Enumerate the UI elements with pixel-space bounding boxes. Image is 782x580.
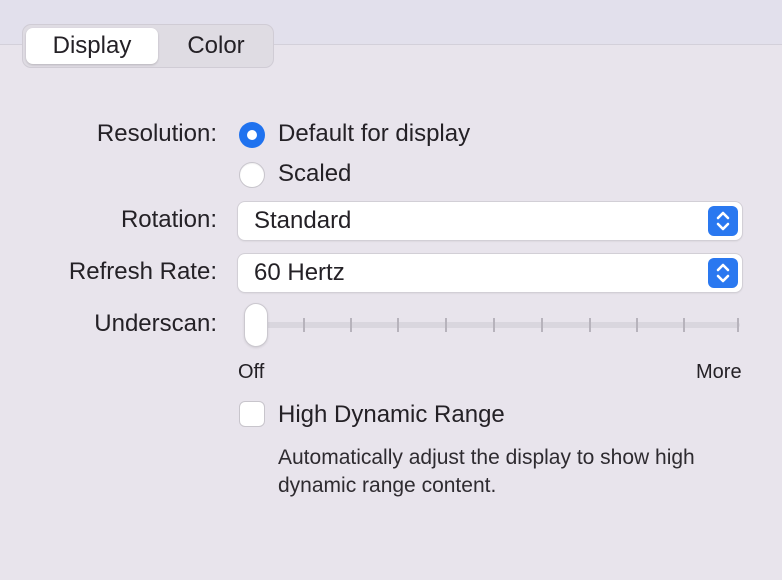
slider-tick: [737, 318, 739, 332]
rotation-label: Rotation:: [120, 206, 217, 233]
resolution-scaled-label[interactable]: Scaled: [278, 160, 351, 188]
slider-tick: [683, 318, 685, 332]
underscan-min-label: Off: [238, 361, 265, 383]
rotation-select[interactable]: Standard: [238, 202, 742, 240]
resolution-scaled-radio[interactable]: [239, 162, 265, 188]
tab-color[interactable]: Color: [161, 28, 271, 64]
underscan-label: Underscan:: [94, 310, 217, 337]
resolution-default-label[interactable]: Default for display: [278, 120, 470, 148]
hdr-checkbox[interactable]: [239, 401, 265, 427]
underscan-slider-knob[interactable]: [245, 304, 267, 346]
slider-tick: [636, 318, 638, 332]
resolution-default-radio[interactable]: [239, 122, 265, 148]
chevron-up-down-icon: [708, 206, 738, 236]
slider-tick: [397, 318, 399, 332]
segmented-tab-control: Display Color: [22, 24, 274, 68]
slider-tick: [493, 318, 495, 332]
underscan-max-label: More: [696, 361, 742, 383]
slider-tick: [303, 318, 305, 332]
slider-tick: [350, 318, 352, 332]
slider-tick: [589, 318, 591, 332]
refresh-rate-label: Refresh Rate:: [68, 258, 217, 285]
rotation-value: Standard: [254, 207, 352, 234]
resolution-label: Resolution:: [96, 120, 217, 147]
chevron-up-down-icon: [708, 258, 738, 288]
slider-tick: [445, 318, 447, 332]
refresh-rate-select[interactable]: 60 Hertz: [238, 254, 742, 292]
refresh-rate-value: 60 Hertz: [254, 259, 345, 286]
tab-display[interactable]: Display: [26, 28, 158, 64]
hdr-label[interactable]: High Dynamic Range: [278, 401, 505, 429]
slider-tick: [541, 318, 543, 332]
hdr-description: Automatically adjust the display to show…: [278, 446, 695, 497]
